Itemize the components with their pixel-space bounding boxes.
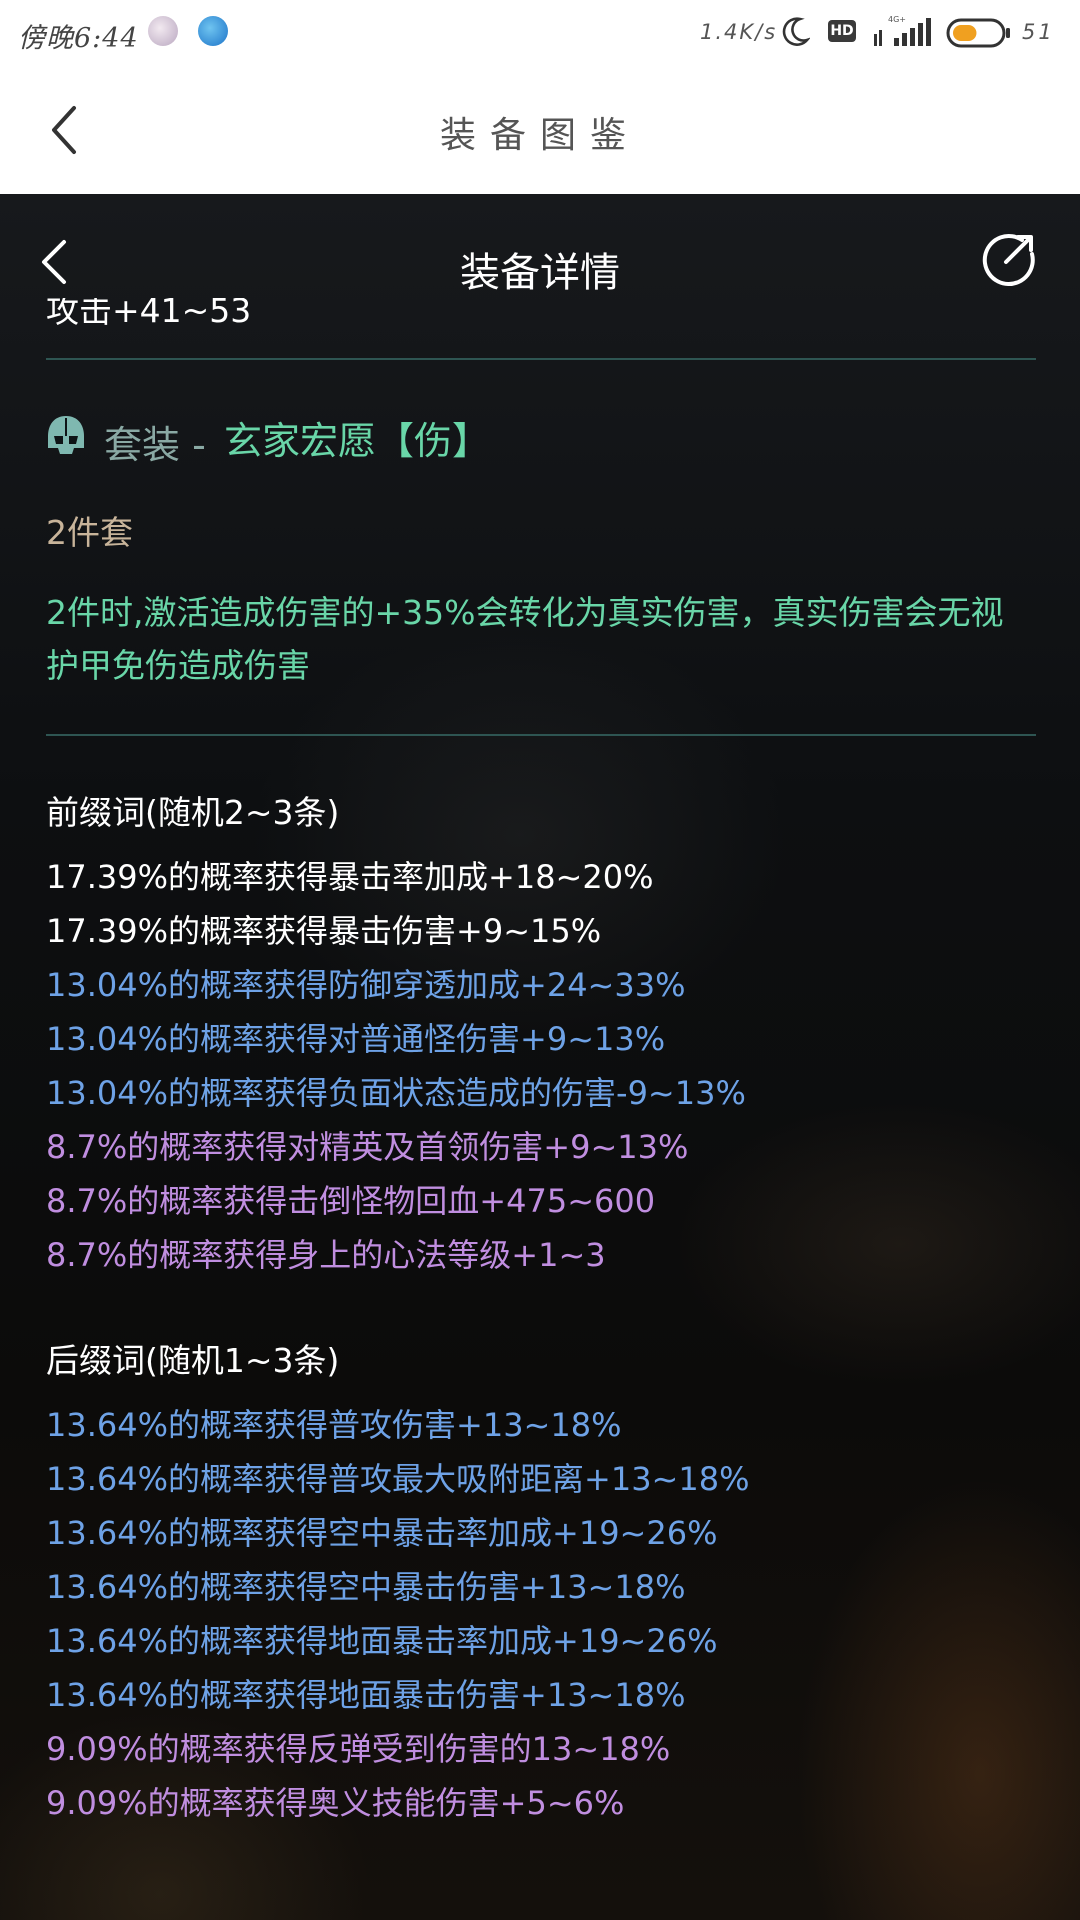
signal-icon: 4G+: [874, 15, 931, 46]
detail-title: 装备详情: [460, 250, 620, 296]
page-title: 装备图鉴: [439, 115, 640, 156]
prefix-affix-item: 8.7%的概率获得对精英及首领伤害+9~13%: [46, 1128, 689, 1166]
prefix-affix-item: 13.04%的概率获得负面状态造成的伤害-9~13%: [46, 1074, 746, 1112]
status-bar: 傍晚6:44 1.4K/s HD 4G+ 51: [0, 0, 1080, 64]
prefix-list: 17.39%的概率获得暴击率加成+18~20% 17.39%的概率获得暴击伤害+9…: [46, 850, 1036, 1282]
app-notification-icon: [148, 16, 178, 46]
status-time: 傍晚6:44: [18, 23, 139, 54]
suffix-affix-item: 13.64%的概率获得空中暴击伤害+13~18%: [46, 1568, 686, 1606]
equipment-detail-panel: 攻击+41~53 套装 - 玄家宏愿【伤】 2件套 2件时,激活造成伤害的+35…: [0, 194, 1080, 1920]
battery-percent: 51: [1022, 20, 1055, 44]
set-name: 玄家宏愿【伤】: [224, 419, 491, 463]
prefix-affix-item: 17.39%的概率获得暴击伤害+9~15%: [46, 912, 602, 950]
suffix-list: 13.64%的概率获得普攻伤害+13~18% 13.64%的概率获得普攻最大吸附距…: [46, 1398, 1036, 1830]
share-button[interactable]: [980, 230, 1038, 288]
suffix-affix-item: 13.64%的概率获得地面暴击率加成+19~26%: [46, 1622, 718, 1660]
prefix-affix-item: 13.04%的概率获得防御穿透加成+24~33%: [46, 966, 686, 1004]
suffix-affix-item: 13.64%的概率获得普攻最大吸附距离+13~18%: [46, 1460, 750, 1498]
app-header: 装备图鉴: [0, 64, 1080, 194]
helmet-icon: [48, 416, 84, 454]
battery-icon: [946, 18, 1010, 48]
prefix-affix-item: 13.04%的概率获得对普通怪伤害+9~13%: [46, 1020, 666, 1058]
prefix-section-title: 前缀词(随机2~3条): [46, 793, 340, 832]
prefix-affix-item: 8.7%的概率获得击倒怪物回血+475~600: [46, 1182, 656, 1220]
moon-icon: [782, 17, 810, 46]
set-header: 套装 - 玄家宏愿【伤】: [46, 410, 1036, 467]
detail-title-bar: 装备详情: [0, 194, 1080, 314]
suffix-affix-item: 13.64%的概率获得普攻伤害+13~18%: [46, 1406, 622, 1444]
signal-type-label: 4G+: [888, 15, 906, 24]
app-notification-icon: [198, 16, 228, 46]
hd-badge: HD: [828, 20, 856, 42]
screen: 傍晚6:44 1.4K/s HD 4G+ 51 装备图鉴 攻击+41~53 套装…: [0, 0, 1080, 1920]
share-icon: [982, 234, 1035, 287]
detail-scroll-content[interactable]: 攻击+41~53 套装 - 玄家宏愿【伤】 2件套 2件时,激活造成伤害的+35…: [46, 298, 1036, 1830]
suffix-affix-item: 9.09%的概率获得奥义技能伤害+5~6%: [46, 1784, 625, 1822]
set-piece-count: 2件套: [46, 513, 133, 552]
prefix-affix-item: 17.39%的概率获得暴击率加成+18~20%: [46, 858, 654, 896]
prefix-affix-item: 8.7%的概率获得身上的心法等级+1~3: [46, 1236, 606, 1274]
suffix-affix-item: 13.64%的概率获得地面暴击伤害+13~18%: [46, 1676, 686, 1714]
battery-fill: [953, 25, 977, 41]
network-speed: 1.4K/s: [700, 20, 778, 44]
suffix-affix-item: 13.64%的概率获得空中暴击率加成+19~26%: [46, 1514, 718, 1552]
suffix-affix-item: 9.09%的概率获得反弹受到伤害的13~18%: [46, 1730, 671, 1768]
suffix-section-title: 后缀词(随机1~3条): [46, 1341, 340, 1380]
set-label: 套装 -: [104, 423, 206, 467]
divider: [46, 358, 1036, 360]
divider: [46, 734, 1036, 736]
set-effect-description: 2件时,激活造成伤害的+35%会转化为真实伤害，真实伤害会无视护甲免伤造成伤害: [46, 593, 1004, 685]
